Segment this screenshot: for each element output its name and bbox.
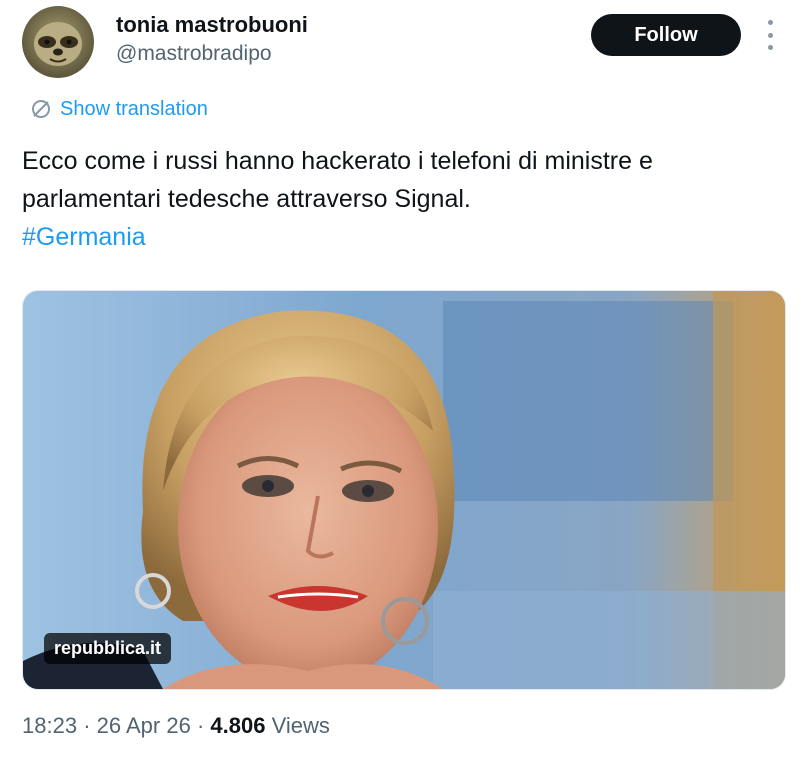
display-name[interactable]: tonia mastrobuoni bbox=[116, 12, 308, 38]
translate-icon bbox=[32, 100, 50, 118]
avatar[interactable] bbox=[22, 6, 94, 78]
tweet-text: Ecco come i russi hanno hackerato i tele… bbox=[22, 142, 792, 256]
meta-separator: · bbox=[196, 713, 205, 738]
show-translation-label: Show translation bbox=[60, 97, 208, 120]
views-label: Views bbox=[271, 713, 330, 738]
show-translation-link[interactable]: Show translation bbox=[30, 95, 208, 123]
follow-button[interactable]: Follow bbox=[591, 14, 741, 56]
tweet-metadata: 18:23 · 26 Apr 26 · 4.806 Views bbox=[22, 713, 330, 739]
source-badge[interactable]: repubblica.it bbox=[44, 633, 172, 664]
tweet-media-card[interactable]: repubblica.it bbox=[22, 290, 786, 690]
meta-separator: · bbox=[83, 713, 91, 738]
user-handle[interactable]: @mastrobradipo bbox=[116, 42, 272, 66]
views-count[interactable]: 4.806 bbox=[210, 713, 265, 738]
sloth-avatar-icon bbox=[34, 22, 82, 66]
more-options-icon[interactable] bbox=[760, 20, 780, 50]
news-photo-image bbox=[23, 291, 785, 689]
tweet-line-2: parlamentari tedesche attraverso Signal. bbox=[22, 185, 471, 213]
tweet-date[interactable]: 26 Apr 26 bbox=[97, 713, 191, 738]
tweet-line-1: Ecco come i russi hanno hackerato i tele… bbox=[22, 147, 653, 175]
tweet-time[interactable]: 18:23 bbox=[22, 713, 77, 738]
hashtag-link[interactable]: #Germania bbox=[22, 223, 146, 251]
